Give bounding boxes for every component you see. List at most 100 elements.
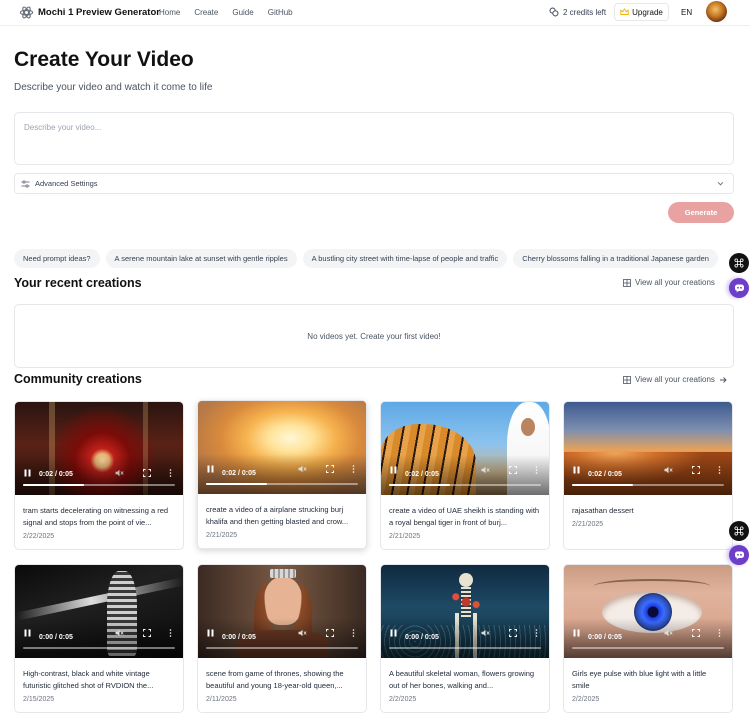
suggestion-chip[interactable]: A bustling city street with time-lapse o… [302,249,508,268]
video-progress-bar[interactable] [572,484,724,486]
more-vertical-icon [169,629,172,637]
video-thumbnail[interactable]: 0:00 / 0:05 [15,565,183,658]
video-card[interactable]: 0:00 / 0:05 A beautiful skeletal woman, … [380,564,550,713]
nav-home[interactable]: Home [159,8,180,17]
mute-icon [115,629,124,637]
more-vertical-icon [718,466,721,474]
video-card[interactable]: 0:02 / 0:05 rajasathan dessert 2/21/2025 [563,401,733,550]
user-avatar[interactable] [706,1,727,22]
video-progress-bar[interactable] [23,647,175,649]
chat-assistant-button[interactable] [729,278,749,298]
view-all-community-link[interactable]: View all your creations [623,375,727,384]
video-thumbnail[interactable]: 0:02 / 0:05 [15,402,183,495]
pause-button[interactable] [24,624,31,642]
pause-button[interactable] [390,624,397,642]
video-card[interactable]: 0:02 / 0:05 create a video of a airplane… [197,400,367,549]
pause-button[interactable] [573,624,580,642]
nav-guide[interactable]: Guide [232,8,253,17]
video-progress-bar[interactable] [206,483,358,485]
video-date: 2/15/2025 [23,696,55,703]
chat-assistant-button[interactable] [729,545,749,565]
more-vertical-icon [169,469,172,477]
more-options-button[interactable] [352,624,355,642]
mute-button[interactable] [664,461,673,479]
pause-icon [207,629,214,637]
fullscreen-button[interactable] [143,467,151,479]
crown-icon [620,8,629,15]
video-progress-bar[interactable] [23,484,175,486]
more-options-button[interactable] [535,461,538,479]
fullscreen-button[interactable] [326,460,334,478]
video-time: 0:00 / 0:05 [588,634,622,641]
chevron-down-icon [717,181,724,186]
prompt-ideas-chip[interactable]: Need prompt ideas? [14,249,100,268]
prompt-suggestions: Need prompt ideas? A serene mountain lak… [14,249,718,268]
video-progress-bar[interactable] [389,484,541,486]
pause-button[interactable] [390,461,397,479]
suggestion-chip[interactable]: Cherry blossoms falling in a traditional… [513,249,718,268]
command-shortcut-button[interactable] [729,521,749,541]
video-progress-bar[interactable] [572,647,724,649]
video-time: 0:02 / 0:05 [405,471,439,478]
video-caption: tram starts decelerating on witnessing a… [23,506,169,527]
mute-button[interactable] [481,624,490,642]
mute-button[interactable] [298,460,307,478]
upgrade-label: Upgrade [632,7,663,17]
brand-name[interactable]: Mochi 1 Preview Generator [38,7,160,18]
upgrade-button[interactable]: Upgrade [614,3,669,21]
video-card[interactable]: 0:02 / 0:05 create a video of UAE sheikh… [380,401,550,550]
nav-github[interactable]: GitHub [268,8,293,17]
video-thumbnail[interactable]: 0:02 / 0:05 [381,402,549,495]
video-date: 2/2/2025 [572,696,600,703]
mute-button[interactable] [664,624,673,642]
video-card[interactable]: 0:00 / 0:05 scene from game of thrones, … [197,564,367,713]
suggestion-chip[interactable]: A serene mountain lake at sunset with ge… [105,249,297,268]
more-options-button[interactable] [718,624,721,642]
mute-button[interactable] [115,467,124,479]
fullscreen-button[interactable] [326,624,334,642]
video-thumbnail[interactable]: 0:02 / 0:05 [564,402,732,495]
more-options-button[interactable] [718,461,721,479]
pause-button[interactable] [24,467,31,479]
generate-button[interactable]: Generate [668,202,734,223]
video-thumbnail[interactable]: 0:00 / 0:05 [198,565,366,658]
credits-icon [549,7,559,17]
view-all-recent-link[interactable]: View all your creations [623,278,715,287]
more-options-button[interactable] [535,624,538,642]
video-thumbnail[interactable]: 0:00 / 0:05 [564,565,732,658]
mute-icon [115,469,124,477]
mute-button[interactable] [115,624,124,642]
video-thumbnail[interactable]: 0:00 / 0:05 [381,565,549,658]
fullscreen-icon [143,629,151,637]
more-options-button[interactable] [169,624,172,642]
fullscreen-button[interactable] [692,624,700,642]
video-card[interactable]: 0:00 / 0:05 High-contrast, black and whi… [14,564,184,713]
pause-button[interactable] [207,624,214,642]
command-shortcut-button[interactable] [729,253,749,273]
video-progress-fill [572,484,633,486]
more-options-button[interactable] [352,460,355,478]
language-selector[interactable]: EN [681,8,692,17]
credits-indicator: 2 credits left [549,7,606,17]
video-progress-bar[interactable] [206,647,358,649]
grid-icon [623,278,631,287]
video-card[interactable]: 0:02 / 0:05 tram starts decelerating on … [14,401,184,550]
fullscreen-button[interactable] [509,461,517,479]
video-card[interactable]: 0:00 / 0:05 Girls eye pulse with blue li… [563,564,733,713]
video-caption: Girls eye pulse with blue light with a l… [572,669,707,690]
nav-create[interactable]: Create [194,8,218,17]
mute-button[interactable] [298,624,307,642]
logo-icon[interactable] [19,5,34,20]
video-prompt-input[interactable]: Describe your video... [14,112,734,165]
advanced-settings-toggle[interactable]: Advanced Settings [14,173,734,194]
fullscreen-button[interactable] [692,461,700,479]
video-progress-bar[interactable] [389,647,541,649]
pause-button[interactable] [207,460,214,478]
pause-button[interactable] [573,461,580,479]
fullscreen-button[interactable] [143,624,151,642]
more-options-button[interactable] [169,467,172,479]
fullscreen-icon [143,469,151,477]
mute-button[interactable] [481,461,490,479]
fullscreen-button[interactable] [509,624,517,642]
video-thumbnail[interactable]: 0:02 / 0:05 [198,401,366,494]
